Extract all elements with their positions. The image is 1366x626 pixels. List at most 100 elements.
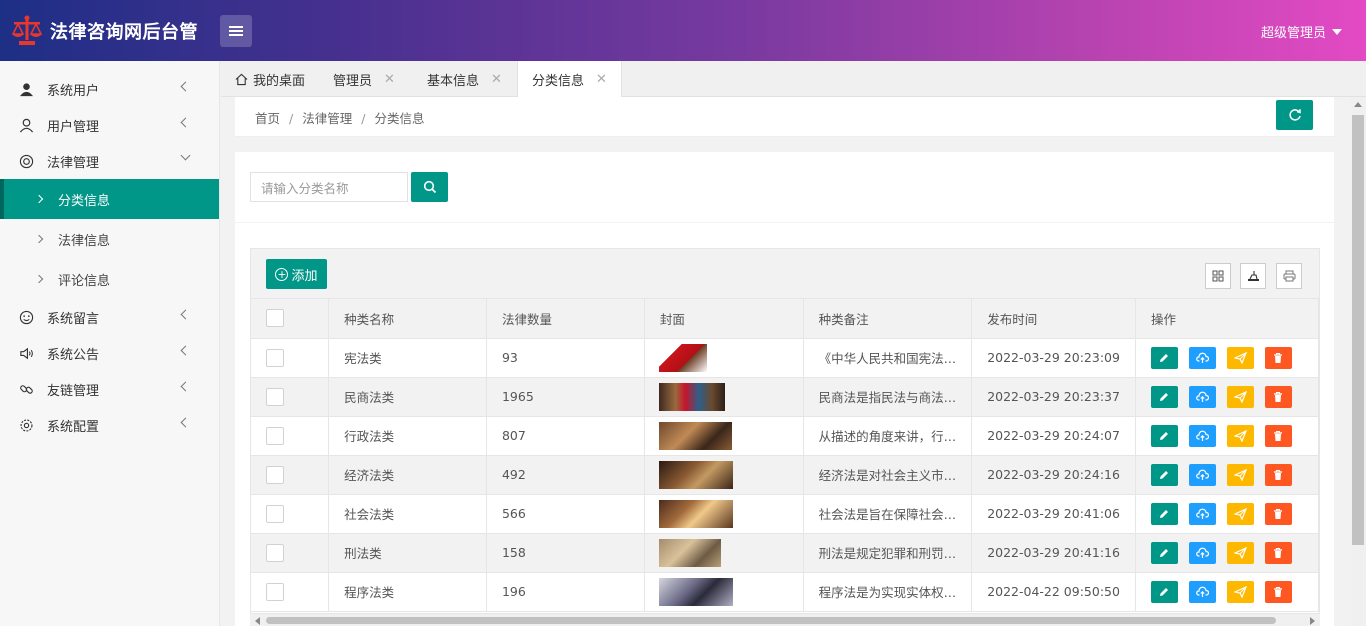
sidebar-item-settings[interactable]: 系统配置 (0, 407, 219, 443)
row-select-cell[interactable] (251, 416, 330, 456)
send-button[interactable] (1226, 424, 1254, 447)
delete-button[interactable] (1264, 580, 1292, 603)
header-cell[interactable]: 发布时间 (971, 299, 1136, 339)
add-button[interactable]: + 添加 (266, 259, 327, 289)
upload-button[interactable] (1188, 424, 1216, 447)
delete-button[interactable] (1264, 385, 1292, 408)
close-icon[interactable]: ✕ (384, 72, 395, 87)
cell-law-count: 196 (486, 572, 645, 612)
user-menu[interactable]: 超级管理员 (1261, 22, 1342, 41)
row-select-cell[interactable] (251, 533, 330, 573)
checkbox[interactable] (266, 309, 284, 328)
cell-cover (644, 338, 804, 378)
row-select-cell[interactable] (251, 377, 330, 417)
checkbox[interactable] (266, 465, 284, 484)
main-content: 首页 / 法律管理 / 分类信息 请输入分类名称 + 添加 种类名称 法律数量 … (235, 97, 1335, 626)
tab-my-desktop[interactable]: 我的桌面 (221, 61, 319, 97)
delete-button[interactable] (1264, 541, 1292, 564)
tab-basic-info[interactable]: 基本信息 ✕ (413, 61, 516, 97)
chevron-left-icon (180, 417, 191, 428)
vertical-scrollbar[interactable] (1350, 97, 1366, 626)
header-cell[interactable]: 法律数量 (486, 299, 645, 339)
row-select-cell[interactable] (251, 455, 330, 495)
refresh-button[interactable] (1276, 100, 1313, 130)
send-button[interactable] (1226, 502, 1254, 525)
header-cell[interactable]: 种类名称 (328, 299, 487, 339)
cell-actions (1135, 533, 1319, 573)
delete-button[interactable] (1264, 502, 1292, 525)
breadcrumb-law-management[interactable]: 法律管理 (302, 111, 352, 126)
cell-actions (1135, 572, 1319, 612)
scrollbar-thumb[interactable] (266, 617, 1276, 624)
search-input[interactable]: 请输入分类名称 (250, 172, 408, 202)
row-select-cell[interactable] (251, 494, 330, 534)
checkbox[interactable] (266, 543, 284, 562)
columns-filter-button[interactable] (1205, 263, 1231, 289)
search-button[interactable] (411, 172, 448, 202)
print-button[interactable] (1276, 263, 1302, 289)
sidebar-item-law-management[interactable]: 法律管理 (0, 143, 219, 179)
send-button[interactable] (1226, 580, 1254, 603)
sidebar-item-system-users[interactable]: 系统用户 (0, 71, 219, 107)
checkbox[interactable] (266, 426, 284, 445)
breadcrumb-home[interactable]: 首页 (255, 111, 280, 126)
upload-button[interactable] (1188, 346, 1216, 369)
upload-button[interactable] (1188, 541, 1216, 564)
horizontal-scrollbar[interactable] (250, 613, 1320, 626)
row-select-cell[interactable] (251, 572, 330, 612)
delete-button[interactable] (1264, 346, 1292, 369)
cell-category-note: 《中华人民共和国宪法… (803, 338, 973, 378)
upload-button[interactable] (1188, 385, 1216, 408)
header-cell[interactable]: 种类备注 (803, 299, 973, 339)
delete-button[interactable] (1264, 463, 1292, 486)
edit-button[interactable] (1150, 385, 1178, 408)
edit-button[interactable] (1150, 424, 1178, 447)
search-placeholder: 请输入分类名称 (261, 180, 349, 196)
checkbox[interactable] (266, 348, 284, 367)
upload-button[interactable] (1188, 463, 1216, 486)
scrollbar-thumb[interactable] (1352, 115, 1364, 545)
sidebar-item-announcements[interactable]: 系统公告 (0, 335, 219, 371)
sidebar-item-links[interactable]: 友链管理 (0, 371, 219, 407)
sidebar-item-user-management[interactable]: 用户管理 (0, 107, 219, 143)
upload-button[interactable] (1188, 580, 1216, 603)
cell-actions (1135, 494, 1319, 534)
close-icon[interactable]: ✕ (491, 72, 502, 87)
edit-button[interactable] (1150, 463, 1178, 486)
checkbox[interactable] (266, 504, 284, 523)
delete-button[interactable] (1264, 424, 1292, 447)
scroll-right-icon[interactable] (1310, 617, 1315, 625)
header-cell: 操作 (1135, 299, 1319, 339)
upload-button[interactable] (1188, 502, 1216, 525)
sidebar-item-messages[interactable]: 系统留言 (0, 299, 219, 335)
tab-admins[interactable]: 管理员 ✕ (319, 61, 409, 97)
cell-category-name: 程序法类 (328, 572, 487, 612)
send-button[interactable] (1226, 463, 1254, 486)
export-button[interactable] (1240, 263, 1266, 289)
edit-button[interactable] (1150, 502, 1178, 525)
close-icon[interactable]: ✕ (596, 72, 607, 87)
tab-category-info[interactable]: 分类信息 ✕ (517, 61, 622, 98)
sidebar-subitem-category-info[interactable]: 分类信息 (0, 179, 219, 219)
edit-button[interactable] (1150, 580, 1178, 603)
top-header: 法律咨询网后台管 超级管理员 (0, 0, 1366, 61)
scroll-left-icon[interactable] (255, 617, 260, 625)
checkbox[interactable] (266, 387, 284, 406)
sidebar-subitem-comment-info[interactable]: 评论信息 (0, 259, 219, 299)
header-cell[interactable]: 封面 (644, 299, 804, 339)
table-row: 民商法类 1965 民商法是指民法与商法… 2022-03-29 20:23:37 (251, 377, 1319, 417)
checkbox[interactable] (266, 582, 284, 601)
edit-button[interactable] (1150, 541, 1178, 564)
sidebar-subitem-law-info[interactable]: 法律信息 (0, 219, 219, 259)
send-button[interactable] (1226, 346, 1254, 369)
row-select-cell[interactable] (251, 338, 330, 378)
edit-button[interactable] (1150, 346, 1178, 369)
cell-category-note: 刑法是规定犯罪和刑罚… (803, 533, 973, 573)
menu-toggle-button[interactable] (220, 15, 252, 47)
plus-circle-icon: + (275, 267, 289, 281)
search-icon (423, 180, 436, 194)
scroll-up-icon[interactable] (1354, 102, 1362, 107)
header-select-all[interactable] (251, 299, 330, 339)
send-button[interactable] (1226, 385, 1254, 408)
send-button[interactable] (1226, 541, 1254, 564)
